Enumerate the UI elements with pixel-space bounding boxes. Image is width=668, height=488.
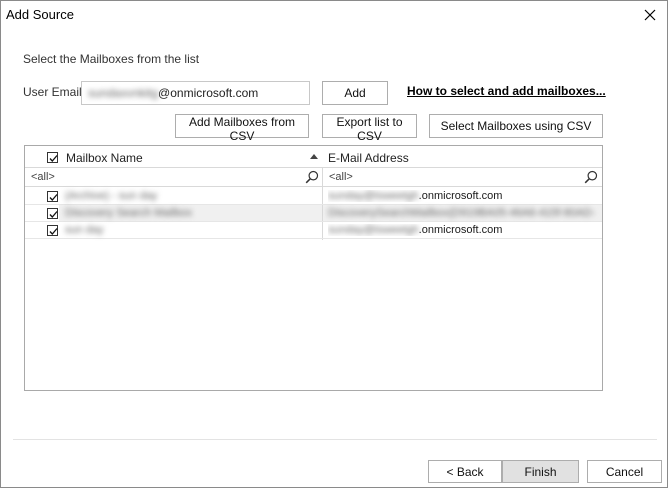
- finish-button[interactable]: Finish: [502, 460, 579, 483]
- column-header-mailbox-name[interactable]: Mailbox Name: [66, 151, 143, 165]
- select-all-checkbox[interactable]: [47, 152, 58, 163]
- checkmark-icon: [49, 155, 58, 162]
- close-button[interactable]: [637, 3, 663, 27]
- export-list-to-csv-button[interactable]: Export list to CSV: [322, 114, 417, 143]
- email-user-redacted: sunday@tsweetgh: [328, 224, 419, 236]
- search-icon[interactable]: [305, 170, 319, 184]
- user-email-input[interactable]: sundaxvnkitg@onmicrosoft.com: [81, 81, 310, 105]
- row-checkbox[interactable]: [47, 191, 58, 202]
- email-domain: @onmicrosoft.com: [158, 86, 259, 100]
- dialog-title: Add Source: [6, 7, 74, 22]
- mailbox-name-cell: Discovery Search Mailbox: [65, 207, 193, 219]
- email-user-redacted: sunday@tsweetgh: [328, 190, 419, 202]
- mailbox-name-cell: (Archive) - sun day: [65, 190, 158, 202]
- email-user-redacted: sundaxvnkitg: [88, 86, 159, 100]
- add-mailboxes-from-csv-button[interactable]: Add Mailboxes from CSV: [175, 114, 309, 143]
- footer-separator: [13, 439, 657, 440]
- row-checkbox[interactable]: [47, 208, 58, 219]
- table-row[interactable]: sun day sunday@tsweetgh.onmicrosoft.com: [25, 222, 602, 239]
- filter-row: <all> <all>: [25, 168, 602, 187]
- back-button[interactable]: < Back: [428, 460, 502, 483]
- email-address-cell: DiscoverySearchMailbox{D919BA05-46A6-415…: [328, 207, 596, 219]
- column-header-email-address[interactable]: E-Mail Address: [328, 151, 409, 165]
- grid-header: Mailbox Name E-Mail Address: [25, 146, 602, 168]
- checkmark-icon: [49, 194, 58, 201]
- add-source-dialog: Add Source Select the Mailboxes from the…: [0, 0, 668, 488]
- email-domain: .onmicrosoft.com: [418, 190, 503, 202]
- instruction-text: Select the Mailboxes from the list: [23, 52, 200, 66]
- sort-ascending-icon[interactable]: [310, 154, 318, 159]
- close-icon: [644, 9, 656, 21]
- mailbox-name-cell: sun day: [65, 224, 104, 236]
- help-link[interactable]: How to select and add mailboxes...: [407, 84, 606, 98]
- row-checkbox[interactable]: [47, 225, 58, 236]
- search-icon[interactable]: [584, 170, 598, 184]
- email-address-filter[interactable]: <all>: [329, 171, 353, 183]
- select-mailboxes-using-csv-button[interactable]: Select Mailboxes using CSV: [429, 114, 603, 138]
- table-row[interactable]: (Archive) - sun day sunday@tsweetgh.onmi…: [25, 188, 602, 205]
- title-bar: Add Source: [1, 1, 667, 29]
- mailbox-grid: Mailbox Name E-Mail Address <all> <all> …: [24, 145, 603, 391]
- email-address-cell: sunday@tsweetgh.onmicrosoft.com: [328, 224, 598, 236]
- email-address-cell: sunday@tsweetgh.onmicrosoft.com: [328, 190, 598, 202]
- cancel-button[interactable]: Cancel: [587, 460, 662, 483]
- add-button[interactable]: Add: [322, 81, 388, 105]
- mailbox-name-filter[interactable]: <all>: [31, 171, 55, 183]
- email-domain: .onmicrosoft.com: [418, 224, 503, 236]
- checkmark-icon: [49, 211, 58, 218]
- user-email-label: User Email: [23, 85, 82, 99]
- table-row[interactable]: Discovery Search Mailbox DiscoverySearch…: [25, 205, 602, 222]
- checkmark-icon: [49, 228, 58, 235]
